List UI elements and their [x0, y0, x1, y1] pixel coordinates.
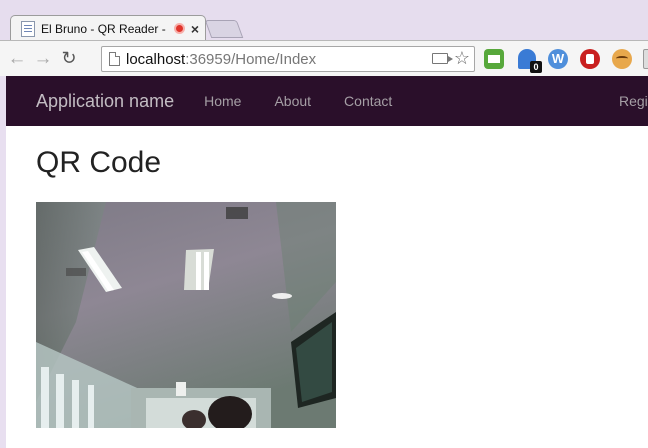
webcam-video: [36, 202, 336, 428]
face-extension-icon[interactable]: [612, 49, 632, 69]
nav-home[interactable]: Home: [204, 93, 241, 109]
nav-contact[interactable]: Contact: [344, 93, 392, 109]
w-extension-icon[interactable]: W: [548, 49, 568, 69]
site-navbar: Application name Home About Contact Regi: [6, 76, 648, 126]
page-viewport: Application name Home About Contact Regi…: [6, 76, 648, 448]
tab-strip: El Bruno - QR Reader - ×: [0, 0, 648, 41]
adblock-extension-icon[interactable]: [580, 49, 600, 69]
recording-icon: [173, 23, 185, 34]
star-icon[interactable]: ☆: [454, 48, 470, 69]
page-title: QR Code: [36, 146, 162, 179]
print-extension-icon[interactable]: [484, 49, 504, 69]
brand-link[interactable]: Application name: [36, 91, 174, 112]
menu-extension-icon[interactable]: [643, 49, 648, 69]
reload-icon[interactable]: ↻: [56, 46, 82, 72]
nav-about[interactable]: About: [274, 93, 311, 109]
new-tab-button[interactable]: [204, 20, 244, 38]
browser-tab[interactable]: El Bruno - QR Reader - ×: [10, 15, 206, 41]
browser-toolbar: ← → ↻ localhost:36959/Home/Index ☆ 0 W: [0, 40, 648, 76]
forward-arrow-icon[interactable]: →: [30, 46, 56, 72]
address-bar[interactable]: localhost:36959/Home/Index ☆: [101, 46, 475, 72]
page-icon: [109, 52, 120, 66]
tab-title: El Bruno - QR Reader -: [41, 21, 166, 36]
nav-register[interactable]: Regi: [619, 93, 648, 109]
camera-icon[interactable]: [432, 53, 453, 64]
extension-badge: 0: [530, 61, 542, 73]
document-icon: [21, 20, 35, 37]
url-text: localhost:36959/Home/Index: [126, 50, 317, 68]
back-arrow-icon[interactable]: ←: [4, 46, 30, 72]
close-icon[interactable]: ×: [191, 22, 199, 36]
